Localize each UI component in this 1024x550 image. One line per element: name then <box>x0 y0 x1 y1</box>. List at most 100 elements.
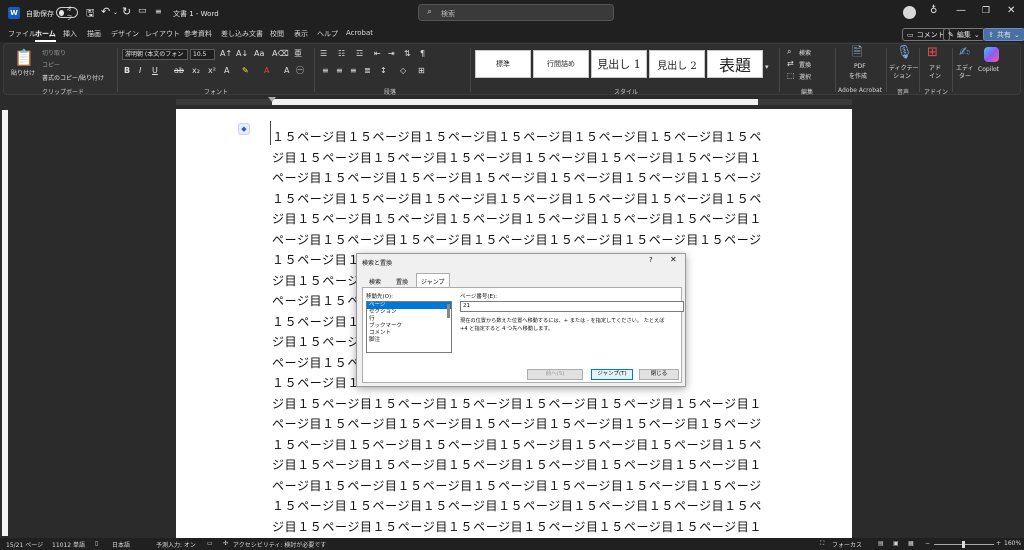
tab-layout[interactable]: レイアウト <box>145 29 180 39</box>
page-count[interactable]: 15/21 ページ <box>6 540 43 549</box>
read-mode-icon[interactable]: ▤ <box>878 540 884 547</box>
edit-mode-button[interactable]: ✎ 編集 ⌄ <box>943 28 985 41</box>
tab-acrobat[interactable]: Acrobat <box>346 29 373 37</box>
create-pdf-button[interactable]: を作成 <box>849 71 867 80</box>
lightbulb-icon[interactable]: ♁ <box>930 5 937 16</box>
subscript-icon[interactable]: x₂ <box>192 66 200 76</box>
tab-insert[interactable]: 挿入 <box>63 29 77 39</box>
print-layout-icon[interactable]: ▣ <box>893 540 899 547</box>
char-shading-icon[interactable]: A <box>284 66 289 76</box>
tab-find[interactable]: 検索 <box>365 274 385 287</box>
focus-button[interactable]: フォーカス <box>832 540 862 549</box>
style-heading-1[interactable]: 見出し 1 <box>591 50 647 78</box>
goto-what-list[interactable]: ページ セクション 行 ブックマーク コメント 脚注 <box>366 301 452 353</box>
show-marks-icon[interactable]: ¶ <box>420 49 425 59</box>
tab-help[interactable]: ヘルプ <box>317 29 338 39</box>
language[interactable]: 日本語 <box>112 540 130 549</box>
numbering-icon[interactable]: ☷ <box>338 49 345 59</box>
bullets-icon[interactable]: ☰ <box>320 49 327 59</box>
zoom-out-icon[interactable]: − <box>925 540 930 547</box>
proofing-icon[interactable]: ▯ <box>95 540 98 547</box>
superscript-icon[interactable]: x² <box>208 66 216 76</box>
shrink-font-icon[interactable]: A↓ <box>236 49 248 59</box>
tab-file[interactable]: ファイル <box>8 29 36 39</box>
zoom-slider-thumb[interactable] <box>962 541 965 548</box>
pdf-label[interactable]: PDF <box>854 63 866 70</box>
paste-icon[interactable]: 📋 <box>14 49 34 67</box>
highlight-icon[interactable]: ✎ <box>242 66 249 76</box>
avatar[interactable] <box>903 6 916 19</box>
zoom-in-icon[interactable]: + <box>996 540 1001 547</box>
horizontal-ruler[interactable] <box>0 97 1024 107</box>
tab-draw[interactable]: 描画 <box>87 29 101 39</box>
style-heading-2[interactable]: 見出し 2 <box>649 50 705 78</box>
decrease-indent-icon[interactable]: ⇤ <box>374 49 381 59</box>
editor-icon[interactable]: ✍ <box>959 46 970 60</box>
dialog-close-icon[interactable]: ✕ <box>670 255 677 264</box>
styles-more-icon[interactable]: ▾ <box>765 62 769 72</box>
list-scrollbar[interactable] <box>447 304 450 318</box>
tab-mailings[interactable]: 差し込み文書 <box>221 29 263 39</box>
close-icon[interactable]: ✕ <box>1007 5 1015 16</box>
list-item[interactable]: ブックマーク <box>367 323 451 330</box>
search-box[interactable]: ⌕ 検索 <box>418 4 614 21</box>
style-normal[interactable]: 標準 <box>475 50 531 78</box>
find-button[interactable]: 検索 <box>799 48 811 57</box>
tab-home[interactable]: ホーム <box>35 29 56 42</box>
restore-icon[interactable]: ❐ <box>982 6 990 16</box>
copilot-button[interactable]: Copilot <box>978 66 999 73</box>
copy-button[interactable]: コピー <box>42 60 60 69</box>
align-right-icon[interactable]: ≡ <box>350 66 357 76</box>
tab-review[interactable]: 校閲 <box>270 29 284 39</box>
tab-replace[interactable]: 置換 <box>392 274 412 287</box>
copilot-icon[interactable] <box>984 47 999 62</box>
font-color-icon[interactable]: A <box>264 66 269 76</box>
list-item[interactable]: ページ <box>367 302 451 309</box>
select-icon[interactable]: ⬚ <box>787 71 795 81</box>
justify-icon[interactable]: ≣ <box>364 66 371 76</box>
select-button[interactable]: 選択 <box>799 72 811 81</box>
previous-button[interactable]: 前へ(S) <box>527 369 583 380</box>
phonetic-guide-icon[interactable]: 亜 <box>294 49 302 59</box>
tab-design[interactable]: デザイン <box>111 29 139 39</box>
goto-button[interactable]: ジャンプ(T) <box>591 369 633 380</box>
share-button[interactable]: ⇪ 共有 ⌄ <box>983 28 1024 41</box>
cut-button[interactable]: 切り取り <box>42 48 66 57</box>
word-count[interactable]: 11012 単語 <box>52 540 85 549</box>
grow-font-icon[interactable]: A↑ <box>220 49 232 59</box>
list-item[interactable]: コメント <box>367 330 451 337</box>
close-button[interactable]: 閉じる <box>639 369 679 380</box>
paste-button[interactable]: 貼り付け <box>11 68 35 77</box>
find-icon[interactable]: ⌕ <box>787 47 791 57</box>
style-title[interactable]: 表題 <box>707 50 763 78</box>
minimize-icon[interactable]: — <box>956 5 966 16</box>
style-no-spacing[interactable]: 行間詰め <box>533 50 589 78</box>
increase-indent-icon[interactable]: ⇥ <box>388 49 395 59</box>
zoom-level[interactable]: 160% <box>1004 540 1021 547</box>
customize-toolbar-icon[interactable]: ≡ <box>155 7 162 16</box>
replace-button[interactable]: 置換 <box>799 60 811 69</box>
strikethrough-icon[interactable]: ab <box>174 66 184 76</box>
vertical-ruler[interactable] <box>0 110 10 536</box>
shading-icon[interactable]: ◇ <box>400 66 406 76</box>
enclose-char-icon[interactable]: ㊀ <box>296 66 304 76</box>
replace-icon[interactable]: ⇄ <box>787 59 794 69</box>
new-document-icon[interactable]: ▭ <box>138 6 147 16</box>
predictive-text-status[interactable]: 予測入力: オン <box>156 540 196 549</box>
tab-references[interactable]: 参考資料 <box>184 29 212 39</box>
addins-icon[interactable]: ⊞ <box>927 46 938 60</box>
format-painter-button[interactable]: 書式のコピー/貼り付け <box>42 73 104 82</box>
track-changes-icon[interactable]: ▭ <box>207 540 213 547</box>
help-button[interactable]: ? <box>649 256 653 264</box>
clear-format-icon[interactable]: A⌫ <box>272 49 289 59</box>
page-number-input[interactable]: 21 <box>460 301 684 312</box>
accessibility-status[interactable]: アクセシビリティ: 検討が必要です <box>233 540 326 549</box>
sort-icon[interactable]: ⇅ <box>404 49 411 59</box>
copilot-inline-icon[interactable]: ◆ <box>238 123 250 135</box>
font-name-box[interactable]: 游明朝 (本文のフォン <box>122 49 188 60</box>
tab-goto[interactable]: ジャンプ <box>416 273 450 288</box>
align-left-icon[interactable]: ≡ <box>322 66 329 76</box>
microphone-icon[interactable]: 🎙 <box>896 46 913 60</box>
list-item[interactable]: 行 <box>367 316 451 323</box>
borders-icon[interactable]: ⊞ <box>418 66 425 76</box>
